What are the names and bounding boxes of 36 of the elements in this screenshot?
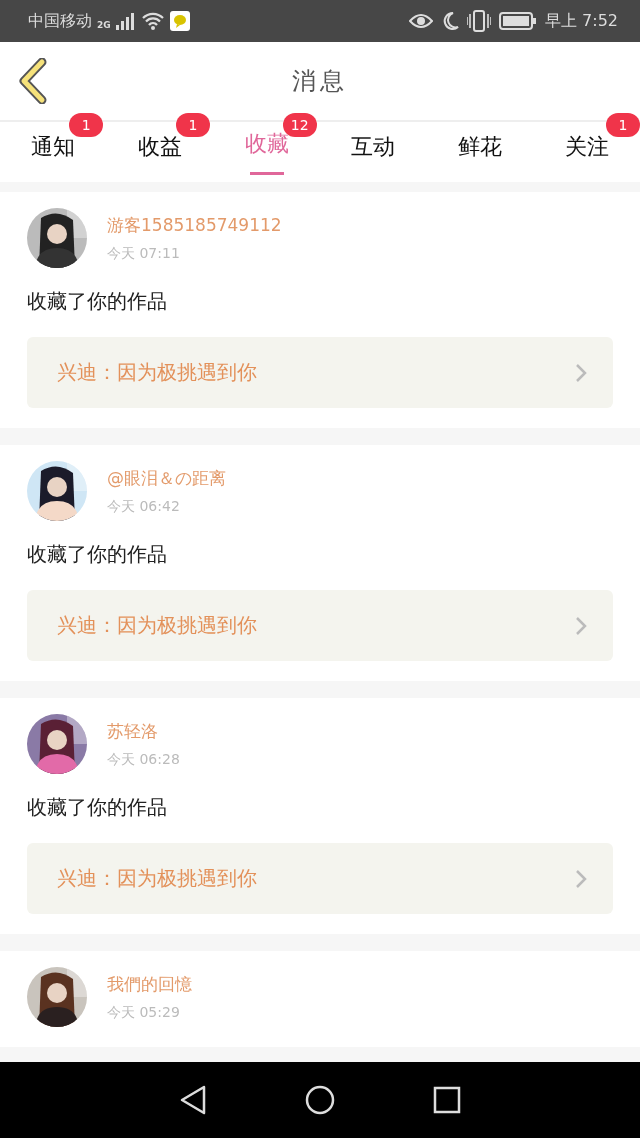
work-link[interactable]: 兴迪：因为极挑遇到你 [27, 590, 613, 661]
clock-time: 早上 7:52 [545, 10, 618, 32]
battery-icon [499, 12, 537, 30]
chevron-right-icon [575, 868, 587, 889]
message-text: 收藏了你的作品 [27, 541, 168, 568]
count-badge: 1 [69, 113, 104, 137]
home-icon[interactable] [305, 1085, 335, 1115]
user-name[interactable]: 我們的回憶 [107, 972, 192, 996]
vibrate-icon [467, 10, 491, 32]
recent-apps-icon[interactable] [433, 1086, 461, 1114]
timestamp: 今天 07:11 [107, 244, 181, 263]
back-icon[interactable] [18, 58, 48, 104]
work-link[interactable]: 兴迪：因为极挑遇到你 [27, 843, 613, 914]
work-link[interactable]: 兴迪：因为极挑遇到你 [27, 337, 613, 408]
chevron-right-icon [575, 615, 587, 636]
wifi-icon [140, 12, 165, 30]
network-type: 2G [97, 19, 111, 30]
user-name[interactable]: @眼泪＆の距离 [107, 466, 226, 490]
timestamp: 今天 06:28 [107, 750, 180, 769]
message-text: 收藏了你的作品 [27, 288, 168, 315]
moon-icon [441, 11, 459, 31]
timestamp: 今天 05:29 [107, 1003, 181, 1022]
signal-icon [115, 12, 136, 30]
user-name[interactable]: 游客1585185749112 [107, 213, 282, 237]
count-badge: 1 [176, 113, 210, 137]
tab[interactable]: 鲜花 [426, 122, 534, 182]
eye-icon [409, 12, 433, 30]
carrier-name: 中国移动 [28, 10, 92, 32]
chat-app-icon [169, 11, 190, 31]
user-name[interactable]: 苏轻洛 [107, 719, 180, 743]
chevron-right-icon [575, 362, 587, 383]
tab[interactable]: 互动 [320, 122, 427, 182]
tab-indicator [249, 172, 284, 175]
timestamp: 今天 06:42 [107, 497, 181, 516]
page-title: 消息 [292, 66, 348, 97]
message-text: 收藏了你的作品 [27, 794, 168, 821]
